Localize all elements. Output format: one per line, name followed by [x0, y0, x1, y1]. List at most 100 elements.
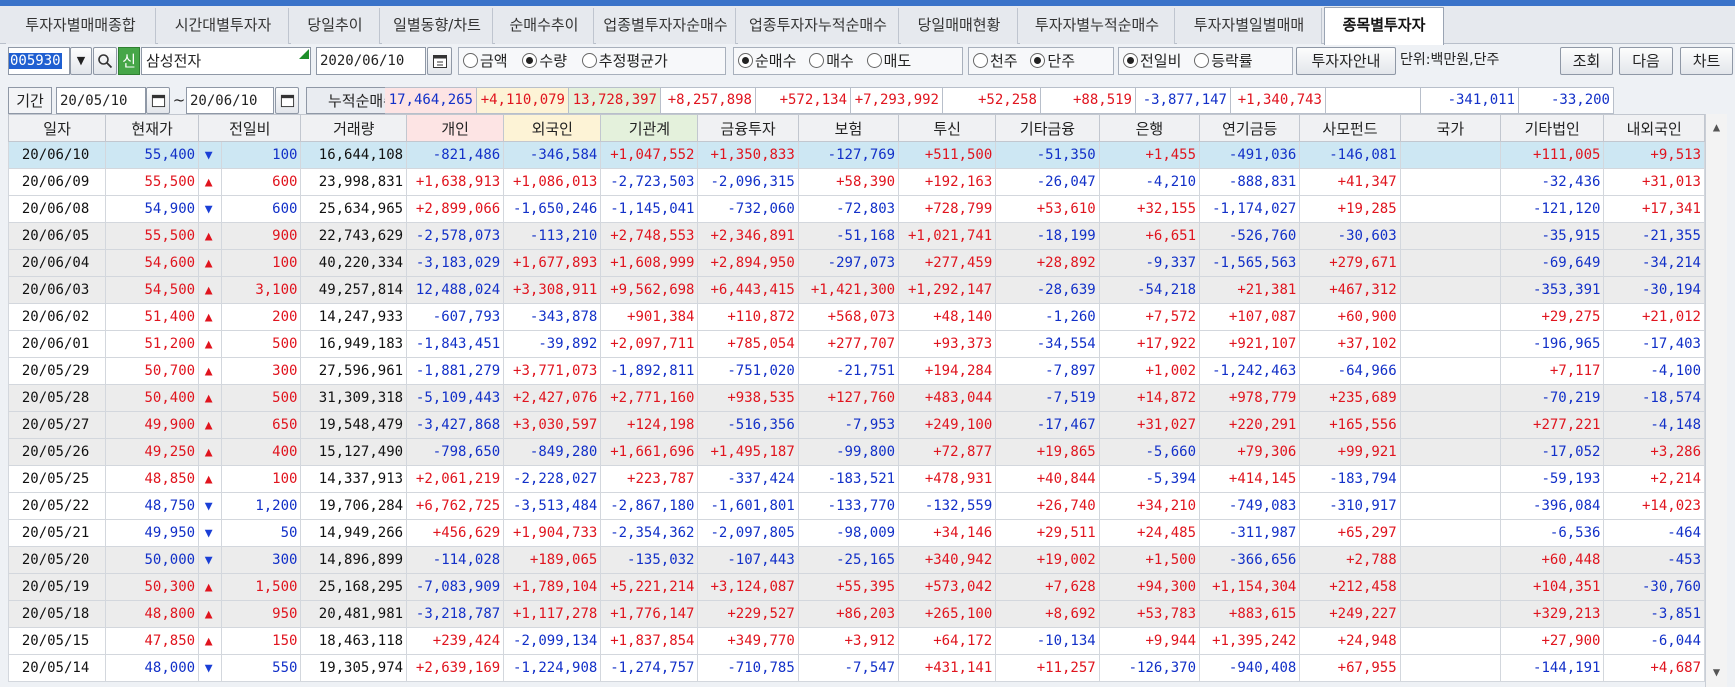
- change-cell: 500: [221, 384, 302, 412]
- table-row[interactable]: 20/05/27 49,900 ▲ 650 19,548,479 -3,427,868 +3…: [7, 411, 1705, 439]
- radio-sell[interactable]: 매도: [866, 52, 911, 70]
- radio-thousand[interactable]: 천주: [973, 52, 1018, 70]
- radio-single[interactable]: 단주: [1030, 52, 1075, 70]
- investor-value-cell: +5,221,214: [600, 573, 699, 601]
- next-button[interactable]: 다음: [1619, 47, 1673, 75]
- column-header-3[interactable]: 전일비: [198, 114, 302, 142]
- radio-change-rate[interactable]: 등락률: [1194, 52, 1253, 70]
- radio-buy[interactable]: 매수: [809, 52, 854, 70]
- period-label: 기간: [8, 87, 52, 114]
- column-header-10[interactable]: 투신: [898, 114, 997, 142]
- table-row[interactable]: 20/05/15 47,850 ▲ 150 18,463,118 +239,424 -2,0…: [7, 627, 1705, 655]
- radio-avg-price[interactable]: 추정평균가: [581, 52, 668, 70]
- date-picker-button[interactable]: [427, 47, 452, 75]
- scroll-up-icon[interactable]: ▲: [1706, 120, 1727, 134]
- table-row[interactable]: 20/05/20 50,000 ▼ 300 14,896,899 -114,028 +189…: [7, 546, 1705, 574]
- column-header-6[interactable]: 외국인: [503, 114, 602, 142]
- investor-value-cell: [1399, 222, 1501, 250]
- date-cell: 20/06/01: [7, 330, 107, 358]
- tab-11[interactable]: 종목별투자자: [1324, 7, 1444, 45]
- column-header-8[interactable]: 금융투자: [697, 114, 799, 142]
- tab-10[interactable]: 투자자별일별매매: [1177, 8, 1322, 44]
- tab-4[interactable]: 일별동향/차트: [382, 8, 493, 44]
- table-row[interactable]: 20/06/03 54,500 ▲ 3,100 49,257,814 12,488,024…: [7, 276, 1705, 304]
- column-header-16[interactable]: 기타법인: [1499, 114, 1605, 142]
- column-header-14[interactable]: 사모펀드: [1299, 114, 1401, 142]
- stock-search-button[interactable]: [93, 47, 117, 75]
- column-header-4[interactable]: 거래량: [300, 114, 408, 142]
- column-header-9[interactable]: 보험: [797, 114, 900, 142]
- column-header-13[interactable]: 연기금등: [1199, 114, 1301, 142]
- table-row[interactable]: 20/05/21 49,950 ▼ 50 14,949,266 +456,629 +1,90…: [7, 519, 1705, 547]
- table-row[interactable]: 20/06/02 51,400 ▲ 200 14,247,933 -607,793 -343…: [7, 303, 1705, 331]
- column-header-1[interactable]: 일자: [7, 114, 107, 142]
- scroll-down-icon[interactable]: ▼: [1706, 665, 1727, 679]
- column-header-17[interactable]: 내외국인: [1603, 114, 1705, 142]
- tab-9[interactable]: 투자자별누적순매수: [1020, 8, 1175, 44]
- table-row[interactable]: 20/06/05 55,500 ▲ 900 22,743,629 -2,578,073 -1…: [7, 222, 1705, 250]
- table-row[interactable]: 20/06/01 51,200 ▲ 500 16,949,183 -1,843,451 -3…: [7, 330, 1705, 358]
- radio-prev-diff[interactable]: 전일비: [1123, 52, 1181, 70]
- volume-cell: 14,247,933: [300, 303, 408, 331]
- table-row[interactable]: 20/05/28 50,400 ▲ 500 31,309,318 -5,109,443 +2…: [7, 384, 1705, 412]
- investor-value-cell: +2,894,950: [697, 249, 799, 277]
- tab-2[interactable]: 시간대별투자자: [158, 8, 289, 44]
- code-dropdown-button[interactable]: ▼: [70, 47, 92, 75]
- table-row[interactable]: 20/05/29 50,700 ▲ 300 27,596,961 -1,881,279 +3…: [7, 357, 1705, 385]
- period-to-input[interactable]: 20/06/10: [186, 87, 274, 114]
- column-header-2[interactable]: 현재가: [105, 114, 200, 142]
- table-row[interactable]: 20/06/09 55,500 ▲ 600 23,998,831 +1,638,913 +1…: [7, 168, 1705, 196]
- investor-value-cell: -126,370: [1098, 654, 1201, 682]
- table-row[interactable]: 20/05/19 50,300 ▲ 1,500 25,168,295 -7,083,909…: [7, 573, 1705, 601]
- table-header-row: 일자 현재가 전일비 거래량 개인 외국인 기관계 금융투자 보험 투신 기타금융 은행 연기금등 사모펀…: [7, 114, 1705, 142]
- investor-value-cell: -710,785: [697, 654, 799, 682]
- column-header-7[interactable]: 기관계: [600, 114, 699, 142]
- vertical-scrollbar[interactable]: ▲ ▼: [1705, 114, 1727, 687]
- investor-value-cell: +1,455: [1098, 141, 1201, 169]
- radio-amount[interactable]: 금액: [463, 52, 508, 70]
- table-row[interactable]: 20/05/22 48,750 ▼ 1,200 19,706,284 +6,762,725…: [7, 492, 1705, 520]
- investor-value-cell: -146,081: [1299, 141, 1401, 169]
- column-header-5[interactable]: 개인: [406, 114, 505, 142]
- table-row[interactable]: 20/05/26 49,250 ▲ 400 15,127,490 -798,650 -849…: [7, 438, 1705, 466]
- radio-net-buy[interactable]: 순매수: [738, 52, 796, 70]
- tab-6[interactable]: 업종별투자자순매수: [596, 8, 736, 44]
- column-header-15[interactable]: 국가: [1399, 114, 1501, 142]
- investor-value-cell: +1,021,741: [898, 222, 997, 250]
- tab-7[interactable]: 업종투자자누적순매수: [738, 8, 899, 44]
- investor-value-cell: -1,242,463: [1199, 357, 1301, 385]
- period-from-picker[interactable]: [146, 87, 170, 114]
- query-button[interactable]: 조회: [1560, 47, 1613, 75]
- radio-off-icon: [581, 53, 597, 68]
- stock-code-input[interactable]: 005930: [8, 47, 70, 75]
- radio-quantity[interactable]: 수량: [522, 52, 567, 70]
- investor-value-cell: -54,218: [1098, 276, 1201, 304]
- investor-value-cell: +11,257: [995, 654, 1100, 682]
- table-row[interactable]: 20/06/08 54,900 ▼ 600 25,634,965 +2,899,066 -1…: [7, 195, 1705, 223]
- tab-1[interactable]: 투자자별매매종합: [6, 8, 156, 44]
- table-row[interactable]: 20/06/10 55,400 ▼ 100 16,644,108 -821,486 -346…: [7, 141, 1705, 169]
- date-cell: 20/05/28: [7, 384, 107, 412]
- table-row[interactable]: 20/06/04 54,600 ▲ 100 40,220,334 -3,183,029 +1…: [7, 249, 1705, 277]
- radio-change-rate-label: 등락률: [1211, 52, 1253, 70]
- column-header-12[interactable]: 은행: [1098, 114, 1201, 142]
- tab-8[interactable]: 당일매매현황: [901, 8, 1018, 44]
- value-type-group: 금액 수량 추정평균가: [458, 47, 726, 75]
- chart-button[interactable]: 차트: [1680, 47, 1733, 75]
- date-cell: 20/06/05: [7, 222, 107, 250]
- radio-net-buy-label: 순매수: [755, 52, 797, 70]
- investor-value-cell: +1,117,278: [503, 600, 602, 628]
- period-from-input[interactable]: 20/05/10: [56, 87, 146, 114]
- investor-value-cell: +1,661,696: [600, 438, 699, 466]
- data-table: 일자 현재가 전일비 거래량 개인 외국인 기관계 금융투자 보험 투신 기타금융 은행 연기금등 사모펀…: [7, 114, 1705, 682]
- table-row[interactable]: 20/05/14 48,000 ▼ 550 19,305,974 +2,639,169 -1…: [7, 654, 1705, 682]
- investor-guide-button[interactable]: 투자자안내: [1296, 47, 1396, 75]
- period-to-picker[interactable]: [275, 87, 299, 114]
- tab-3[interactable]: 당일추이: [291, 8, 380, 44]
- table-row[interactable]: 20/05/18 48,800 ▲ 950 20,481,981 -3,218,787 +1…: [7, 600, 1705, 628]
- column-header-11[interactable]: 기타금융: [995, 114, 1100, 142]
- table-row[interactable]: 20/05/25 48,850 ▲ 100 14,337,913 +2,061,219 -2…: [7, 465, 1705, 493]
- date-input[interactable]: 2020/06/10: [316, 47, 426, 75]
- investor-value-cell: -4,148: [1603, 411, 1705, 439]
- tab-5[interactable]: 순매수추이: [495, 8, 594, 44]
